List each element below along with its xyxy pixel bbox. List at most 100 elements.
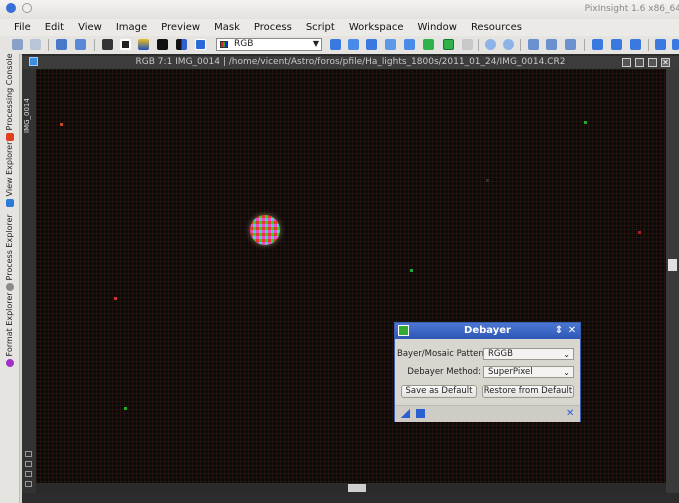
tab-view-explorer[interactable]: View Explorer	[3, 142, 17, 210]
show-preview-icon[interactable]	[25, 481, 32, 487]
chevron-down-icon: ⌄	[563, 368, 570, 377]
zoom-optimal-icon[interactable]	[565, 39, 576, 50]
screen-transfer-icon[interactable]	[157, 39, 168, 50]
app-icon[interactable]	[6, 3, 16, 13]
restore-from-default-button[interactable]: Restore from Default	[482, 385, 574, 398]
pointer-tool-icon[interactable]	[462, 39, 473, 50]
reset-icon[interactable]: ✕	[566, 409, 575, 419]
window-menu-icon[interactable]	[22, 3, 32, 13]
view-selector-strip: IMG_0014	[22, 69, 36, 493]
hot-pixel	[584, 121, 587, 124]
show-lock-icon[interactable]	[25, 451, 32, 457]
hot-pixel	[410, 269, 413, 272]
image-window: RGB 7:1 IMG_0014 | /home/vicent/Astro/fo…	[22, 54, 679, 503]
menu-window[interactable]: Window	[411, 22, 464, 33]
format-explorer-icon	[6, 359, 14, 367]
tab-label: Format Explorer	[5, 292, 14, 357]
menu-edit[interactable]: Edit	[38, 22, 71, 33]
tab-label: Process Explorer	[5, 214, 14, 281]
zoom-fit-window-icon[interactable]	[546, 39, 557, 50]
menu-resources[interactable]: Resources	[464, 22, 529, 33]
tab-label: View Explorer	[5, 141, 14, 197]
menu-bar: File Edit View Image Preview Mask Proces…	[0, 19, 679, 36]
rgb-swatch-icon	[220, 41, 228, 48]
title-bar: PixInsight 1.6 x86_64	[0, 0, 679, 19]
left-dock: Processing Console View Explorer Process…	[0, 53, 20, 503]
view-identifier-tab[interactable]: IMG_0014	[23, 83, 35, 133]
gear-icon	[6, 283, 14, 291]
color-mode-icon[interactable]	[138, 39, 149, 50]
maximize-icon[interactable]	[648, 58, 657, 67]
clone-view-icon[interactable]	[75, 39, 86, 50]
menu-script[interactable]: Script	[299, 22, 342, 33]
console-icon	[6, 133, 14, 141]
pattern-label: Bayer/Mosaic Pattern:	[397, 349, 491, 359]
menu-view[interactable]: View	[71, 22, 109, 33]
new-instance-icon[interactable]	[401, 409, 410, 418]
image-canvas[interactable]	[36, 69, 666, 493]
pan-tool-icon[interactable]	[385, 39, 396, 50]
debayer-titlebar[interactable]: Debayer ⇕ ✕	[395, 323, 580, 339]
tab-processing-console[interactable]: Processing Console	[3, 53, 17, 144]
chevron-down-icon: ▼	[312, 39, 319, 48]
minimize-all-icon[interactable]	[630, 39, 641, 50]
pattern-select[interactable]: RGGB ⌄	[483, 348, 574, 360]
view-explorer-icon	[6, 199, 14, 207]
menu-image[interactable]: Image	[109, 22, 154, 33]
hot-pixel	[124, 407, 127, 410]
menu-process[interactable]: Process	[247, 22, 299, 33]
method-select[interactable]: SuperPixel ⌄	[483, 366, 574, 378]
pattern-value: RGGB	[488, 349, 513, 359]
new-preview-icon[interactable]	[423, 39, 434, 50]
cascade-windows-icon[interactable]	[611, 39, 622, 50]
close-icon[interactable]: ✕	[661, 58, 670, 67]
channel-value: RGB	[234, 39, 254, 49]
tile-windows-icon[interactable]	[592, 39, 603, 50]
show-zoom-icon[interactable]	[25, 461, 32, 467]
tab-process-explorer[interactable]: Process Explorer	[3, 214, 17, 294]
hot-pixel	[638, 231, 641, 234]
minimize-icon[interactable]	[635, 58, 644, 67]
histogram-icon[interactable]	[102, 39, 113, 50]
edit-preview-icon[interactable]	[443, 39, 454, 50]
method-label: Debayer Method:	[407, 367, 481, 377]
tab-format-explorer[interactable]: Format Explorer	[3, 292, 17, 370]
close-dialog-icon[interactable]: ✕	[567, 326, 577, 336]
center-tool-icon[interactable]	[404, 39, 415, 50]
image-window-titlebar[interactable]: RGB 7:1 IMG_0014 | /home/vicent/Astro/fo…	[22, 56, 679, 69]
toolbar: RGB ▼	[0, 36, 679, 55]
menu-file[interactable]: File	[0, 22, 38, 33]
redo-icon[interactable]	[30, 39, 41, 50]
shade-icon[interactable]	[622, 58, 631, 67]
mask-icon[interactable]	[120, 39, 131, 50]
vertical-scrollbar[interactable]	[666, 69, 679, 493]
horizontal-scrollbar[interactable]	[36, 483, 666, 493]
undo-icon[interactable]	[12, 39, 23, 50]
readout-icon[interactable]	[330, 39, 341, 50]
show-mask-icon[interactable]	[25, 471, 32, 477]
view-icon[interactable]	[195, 39, 206, 50]
menu-mask[interactable]: Mask	[207, 22, 247, 33]
zoom-in-icon[interactable]	[485, 39, 496, 50]
app-title: PixInsight 1.6 x86_64	[584, 4, 679, 14]
horizontal-scroll-thumb[interactable]	[348, 484, 366, 492]
menu-preview[interactable]: Preview	[154, 22, 207, 33]
zoom-out-icon[interactable]	[503, 39, 514, 50]
zoom-fit-icon[interactable]	[56, 39, 67, 50]
zoom-in-tool-icon[interactable]	[348, 39, 359, 50]
chevron-down-icon: ⌄	[563, 350, 570, 359]
dialog-title: Debayer	[464, 325, 511, 336]
workspace-2-icon[interactable]	[672, 39, 679, 50]
workspace-1-icon[interactable]	[655, 39, 666, 50]
apply-global-icon[interactable]	[416, 409, 425, 418]
shade-dialog-icon[interactable]: ⇕	[554, 326, 564, 336]
star-blob	[250, 215, 280, 245]
menu-workspace[interactable]: Workspace	[342, 22, 411, 33]
save-as-default-button[interactable]: Save as Default	[401, 385, 477, 398]
zoom-1-1-icon[interactable]	[528, 39, 539, 50]
channel-select[interactable]: RGB ▼	[216, 38, 322, 51]
vertical-scroll-thumb[interactable]	[668, 259, 677, 271]
zoom-out-tool-icon[interactable]	[366, 39, 377, 50]
stf-auto-icon[interactable]	[176, 39, 187, 50]
dialog-footer: ✕	[395, 405, 580, 422]
